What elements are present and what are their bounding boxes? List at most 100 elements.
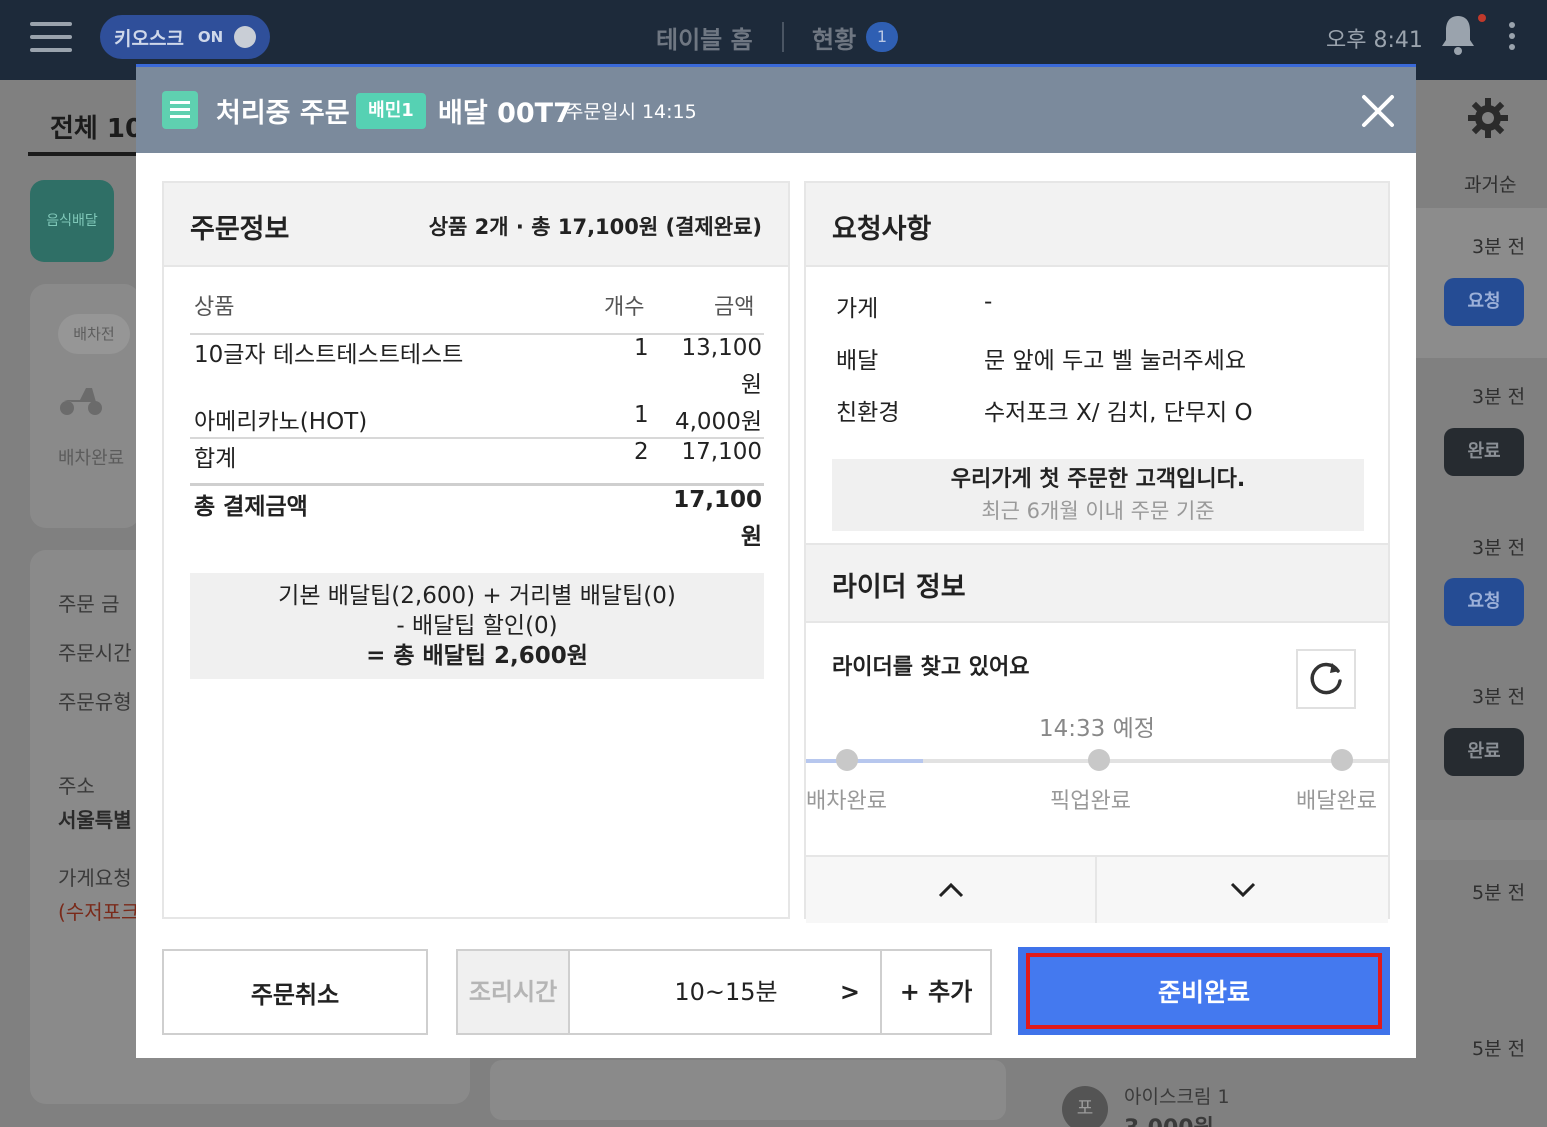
- first-order-notice: 우리가게 첫 주문한 고객입니다. 최근 6개월 이내 주문 기준: [832, 459, 1364, 531]
- order-time-label: 주문시간: [58, 641, 132, 665]
- item-qty: 1: [634, 335, 649, 361]
- item-price: 13,100: [681, 335, 762, 361]
- chevron-up-icon: [938, 882, 963, 898]
- list-time: 3분 전: [1472, 686, 1526, 708]
- refresh-icon: [1310, 662, 1342, 695]
- store-request-value: (수저포크: [58, 900, 140, 924]
- modal-header: 처리중 주문 배민1 배달 00T7 주문일시 14:15: [136, 67, 1416, 153]
- delivery-app-logo: 음식배달: [30, 180, 114, 262]
- column-product: 상품: [194, 295, 235, 320]
- request-label-eco: 친환경: [836, 400, 900, 426]
- column-amount: 금액: [714, 295, 755, 320]
- cancel-order-button[interactable]: 주문취소: [162, 949, 428, 1035]
- request-button[interactable]: 요청: [1444, 578, 1524, 626]
- progress-dot: [836, 749, 858, 771]
- close-icon[interactable]: [1358, 91, 1398, 131]
- subtotal-amount: 17,100: [681, 439, 762, 465]
- menu-icon[interactable]: [30, 22, 72, 54]
- order-info-title: 주문정보: [190, 214, 290, 245]
- scooter-icon: [60, 388, 102, 415]
- clock: 오후 8:41: [1326, 28, 1423, 53]
- bell-icon[interactable]: [1438, 12, 1478, 56]
- list-time: 5분 전: [1472, 1038, 1526, 1060]
- request-value-store: -: [984, 289, 993, 315]
- delivery-fee-box: 기본 배달팁(2,600) + 거리별 배달팁(0) - 배달팁 할인(0) =…: [190, 573, 764, 679]
- tab-status[interactable]: 현황: [812, 20, 856, 55]
- cook-time-selector: 조리시간 10~15분 > + 추가: [456, 949, 992, 1035]
- toggle-knob: [234, 26, 256, 48]
- notification-dot: [1478, 14, 1486, 22]
- item-name: 아메리카노(HOT): [194, 409, 368, 435]
- subtotal-label: 합계: [194, 446, 237, 472]
- step-delivered: 배달완료: [1296, 789, 1377, 814]
- chevron-right-icon: >: [839, 978, 860, 1006]
- total-amount-unit: 원: [740, 524, 762, 550]
- step-dispatched: 배차완료: [806, 789, 887, 814]
- tab-underline: [28, 152, 138, 156]
- tab-table-home[interactable]: 테이블 홈: [656, 20, 753, 55]
- order-time: 주문일시 14:15: [566, 101, 697, 123]
- list-time: 3분 전: [1472, 236, 1526, 258]
- progress-dot: [1331, 749, 1353, 771]
- cook-time-select[interactable]: 10~15분 >: [572, 951, 880, 1033]
- kiosk-state: ON: [197, 28, 224, 46]
- more-icon[interactable]: [1506, 22, 1518, 52]
- order-info-header: 주문정보 상품 2개 · 총 17,100원 (결제완료): [164, 183, 788, 267]
- order-type-label: 주문유형: [58, 690, 132, 714]
- rider-eta: 14:33 예정: [1039, 716, 1155, 742]
- table-divider: [190, 483, 764, 486]
- store-request-label: 가게요청: [58, 866, 132, 890]
- item-name: 10글자 테스트테스트테스트: [194, 342, 464, 368]
- fee-line: - 배달팁 할인(0): [396, 613, 558, 639]
- request-label-delivery: 배달: [836, 348, 879, 374]
- total-label: 총 결제금액: [194, 494, 308, 520]
- dispatch-pill: 배차전: [58, 314, 130, 354]
- scroll-buttons: [806, 855, 1388, 923]
- first-order-note: 최근 6개월 이내 주문 기준: [981, 499, 1215, 523]
- fee-total: = 총 배달팁 2,600원: [366, 643, 588, 669]
- address-value: 서울특별: [58, 808, 132, 832]
- address-label: 주소: [58, 774, 95, 798]
- kiosk-label: 키오스크: [114, 27, 184, 50]
- item-price: 3,000원: [1124, 1110, 1214, 1127]
- dispatch-done-label: 배차완료: [58, 448, 125, 469]
- refresh-button[interactable]: [1296, 649, 1356, 709]
- request-title: 요청사항: [832, 214, 932, 245]
- request-value-delivery: 문 앞에 두고 벨 눌러주세요: [984, 348, 1247, 374]
- ready-button[interactable]: 준비완료: [1026, 953, 1382, 1029]
- list-time: 3분 전: [1472, 537, 1526, 559]
- tab-divider: [782, 22, 784, 52]
- list-time: 5분 전: [1472, 882, 1526, 904]
- sort-option[interactable]: 과거순: [1464, 170, 1516, 197]
- ready-button-container: 준비완료: [1018, 947, 1390, 1035]
- request-panel: 요청사항 가게 - 배달 문 앞에 두고 벨 눌러주세요 친환경 수저포크 X/…: [804, 181, 1390, 923]
- kiosk-toggle[interactable]: 키오스크 ON: [100, 15, 270, 59]
- progress-dot: [1088, 749, 1110, 771]
- request-value-eco: 수저포크 X/ 김치, 단무지 O: [984, 400, 1253, 426]
- done-button[interactable]: 완료: [1444, 728, 1524, 776]
- item-avatar: 포: [1062, 1086, 1108, 1127]
- add-cook-time-button[interactable]: + 추가: [880, 951, 990, 1033]
- rider-status: 라이더를 찾고 있어요: [832, 655, 1030, 680]
- order-number: 배달 00T7: [438, 98, 572, 129]
- gear-icon[interactable]: [1466, 96, 1510, 140]
- order-summary: 상품 2개 · 총 17,100원 (결제완료): [428, 215, 762, 239]
- total-amount: 17,100: [673, 487, 762, 513]
- first-order-text: 우리가게 첫 주문한 고객입니다.: [950, 467, 1246, 492]
- cook-time-value: 10~15분: [674, 978, 778, 1006]
- item-price: 4,000원: [674, 409, 762, 435]
- request-button[interactable]: 요청: [1444, 278, 1524, 326]
- order-info-panel: 주문정보 상품 2개 · 총 17,100원 (결제완료) 상품 개수 금액 1…: [162, 181, 790, 919]
- item-name: 아이스크림 1: [1124, 1086, 1230, 1108]
- request-header: 요청사항: [806, 183, 1388, 267]
- cook-time-label: 조리시간: [458, 951, 570, 1033]
- done-button[interactable]: 완료: [1444, 428, 1524, 476]
- chevron-down-icon: [1230, 882, 1255, 898]
- rider-header: 라이더 정보: [806, 543, 1388, 623]
- scroll-up-button[interactable]: [806, 857, 1097, 923]
- scroll-down-button[interactable]: [1097, 857, 1388, 923]
- order-modal: 처리중 주문 배민1 배달 00T7 주문일시 14:15 주문정보 상품 2개…: [136, 64, 1416, 1058]
- modal-title: 처리중 주문: [216, 98, 350, 129]
- tab-all[interactable]: 전체 10: [50, 108, 143, 145]
- step-picked-up: 픽업완료: [1050, 789, 1131, 814]
